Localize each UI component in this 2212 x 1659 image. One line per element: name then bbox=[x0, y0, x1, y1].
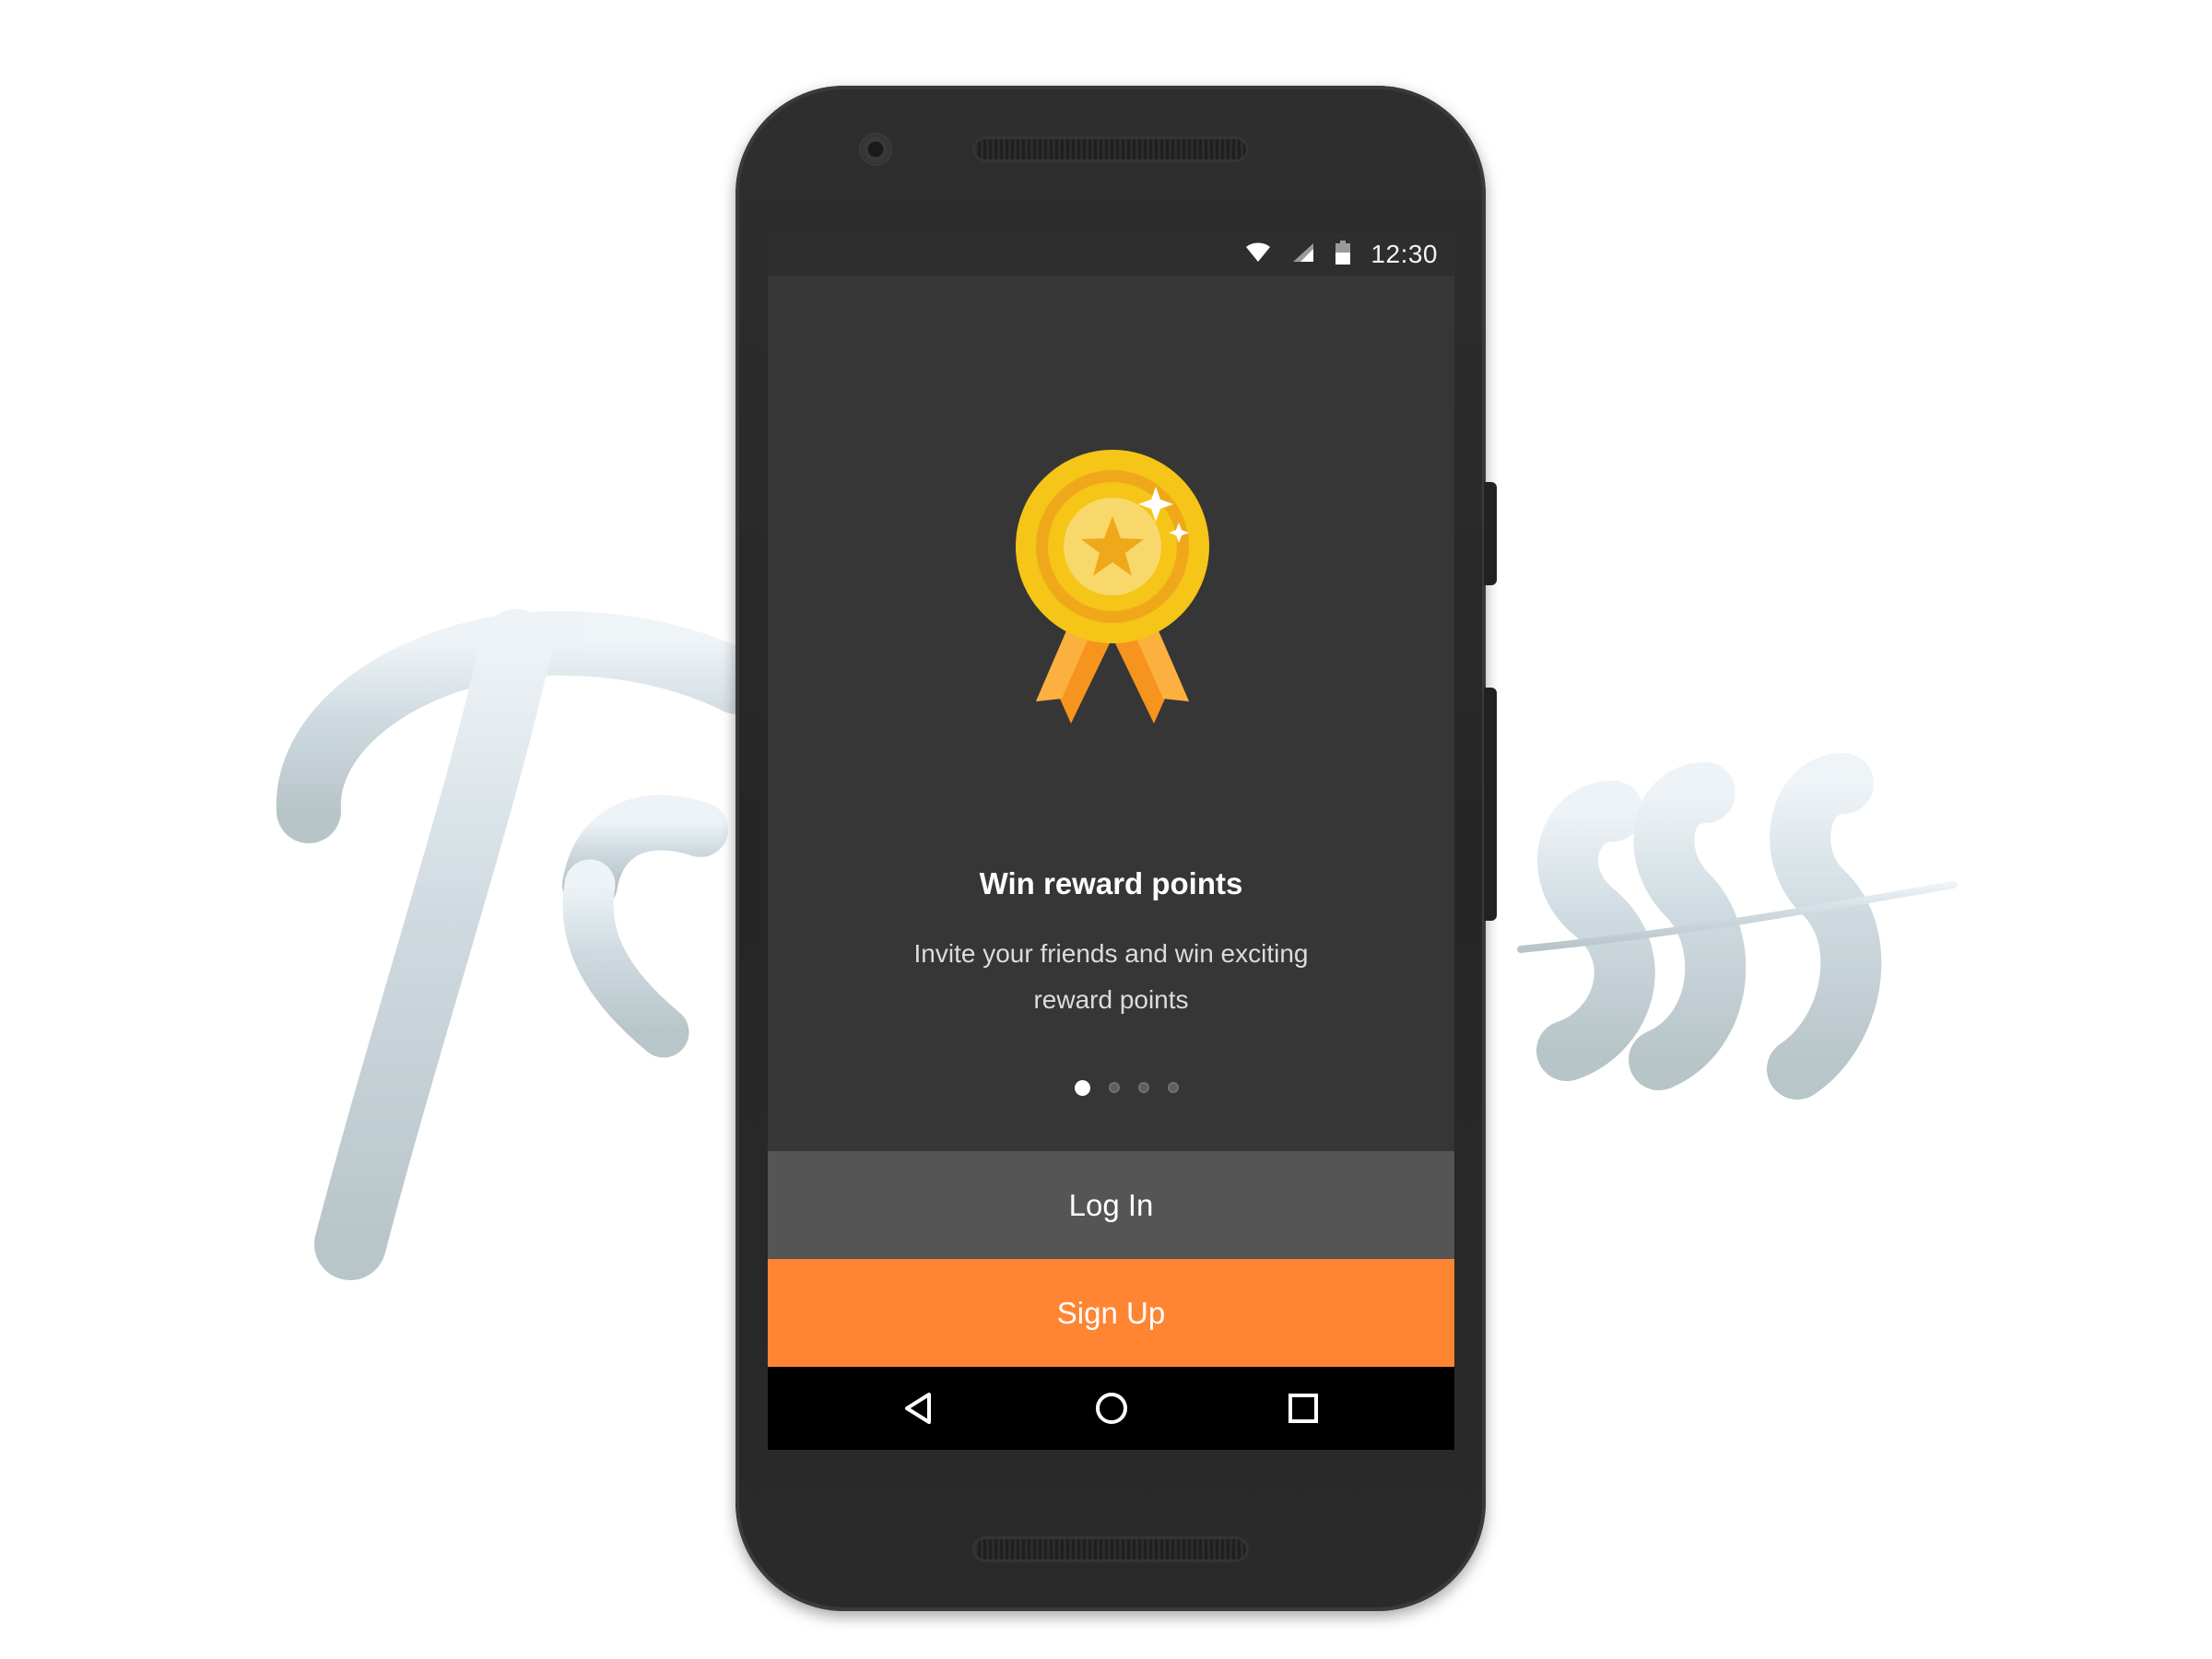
front-camera bbox=[861, 135, 890, 164]
phone-volume-button bbox=[1484, 688, 1497, 921]
page-dot-3[interactable] bbox=[1138, 1082, 1149, 1093]
page-dot-2[interactable] bbox=[1109, 1082, 1120, 1093]
home-icon[interactable] bbox=[1087, 1383, 1136, 1433]
status-time: 12:30 bbox=[1371, 240, 1438, 268]
login-button[interactable]: Log In bbox=[768, 1151, 1454, 1259]
onboarding-description: Invite your friends and win exciting rew… bbox=[913, 939, 1309, 1014]
battery-icon bbox=[1335, 240, 1351, 269]
page-indicator[interactable] bbox=[1075, 1078, 1197, 1097]
status-bar: 12:30 bbox=[768, 233, 1454, 276]
back-icon[interactable] bbox=[894, 1383, 944, 1433]
phone-power-button bbox=[1484, 482, 1497, 585]
onboarding-title: Win reward points bbox=[979, 866, 1243, 900]
app-screen: 12:30 Win reward points Invite your frie… bbox=[768, 233, 1454, 1450]
navigation-bar bbox=[768, 1367, 1454, 1450]
wifi-icon bbox=[1245, 241, 1271, 268]
signup-button[interactable]: Sign Up bbox=[768, 1259, 1454, 1367]
page-dot-4[interactable] bbox=[1168, 1082, 1179, 1093]
top-speaker-grille bbox=[972, 136, 1249, 162]
medal-ribbon-icon bbox=[1016, 450, 1209, 724]
signal-icon bbox=[1291, 241, 1315, 268]
mockup-stage: 12:30 Win reward points Invite your frie… bbox=[0, 0, 2212, 1659]
recents-icon[interactable] bbox=[1278, 1383, 1328, 1433]
page-dot-1-active[interactable] bbox=[1075, 1079, 1090, 1096]
bottom-speaker-grille bbox=[972, 1536, 1249, 1562]
status-icons: 12:30 bbox=[1245, 233, 1438, 276]
